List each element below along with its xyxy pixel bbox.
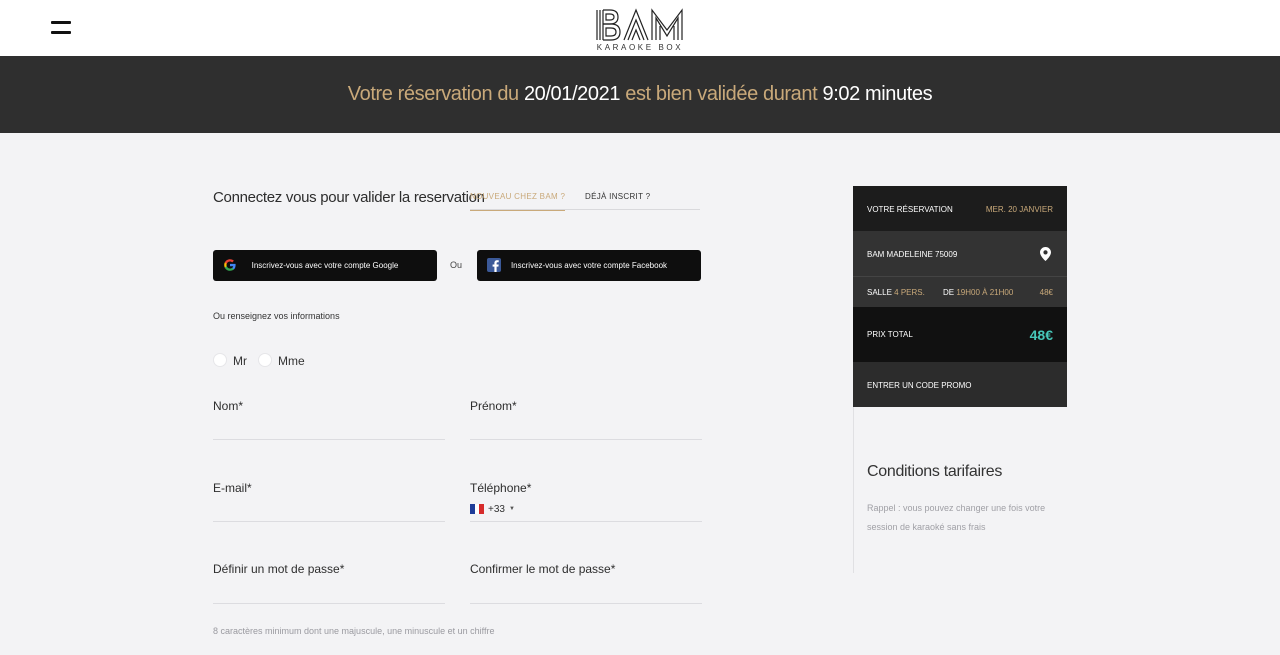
telephone-input[interactable] xyxy=(522,499,702,519)
reservation-summary: VOTRE RÉSERVATION MER. 20 JANVIER BAM MA… xyxy=(853,186,1067,407)
total-label: PRIX TOTAL xyxy=(867,330,913,339)
tab-new-customer[interactable]: NOUVEAU CHEZ BAM ? xyxy=(470,192,566,211)
radio-mme[interactable] xyxy=(258,353,272,367)
email-input[interactable] xyxy=(213,500,445,520)
bam-logo-mark xyxy=(596,8,683,41)
location-pin-icon[interactable] xyxy=(1040,247,1051,261)
confirm-password-input[interactable] xyxy=(470,581,702,601)
reservation-timer-banner: Votre réservation du 20/01/2021 est bien… xyxy=(0,56,1280,133)
reservation-header-row: VOTRE RÉSERVATION MER. 20 JANVIER xyxy=(853,186,1067,231)
prenom-label: Prénom* xyxy=(470,399,517,413)
row-price: 48€ xyxy=(1039,288,1053,297)
nom-input[interactable] xyxy=(213,418,445,438)
login-title: Connectez vous pour valider la reservati… xyxy=(213,189,485,206)
top-header: KARAOKE BOX xyxy=(0,0,1280,56)
conditions-title: Conditions tarifaires xyxy=(867,463,1003,480)
banner-text: Votre réservation du 20/01/2021 est bien… xyxy=(347,83,933,106)
reservation-date: MER. 20 JANVIER xyxy=(985,205,1053,214)
telephone-underline xyxy=(470,521,702,522)
info-label: Ou renseignez vos informations xyxy=(213,311,340,321)
bam-logo[interactable]: KARAOKE BOX xyxy=(594,8,686,52)
country-code-select[interactable]: +33 ▼ xyxy=(470,503,515,515)
email-underline xyxy=(213,521,445,522)
or-label: Ou xyxy=(450,260,463,270)
hamburger-icon[interactable] xyxy=(51,21,71,35)
banner-timer: 9:02 xyxy=(822,83,860,105)
reservation-total-row: PRIX TOTAL 48€ xyxy=(853,307,1067,362)
radio-mme-label[interactable]: Mme xyxy=(278,354,305,368)
password-underline xyxy=(213,603,445,604)
salle-label: SALLE xyxy=(867,288,892,297)
time-value: 19H00 À 21H00 xyxy=(956,288,1014,297)
nom-label: Nom* xyxy=(213,399,244,413)
caret-down-icon: ▼ xyxy=(508,506,515,512)
phone-code: +33 xyxy=(488,503,505,515)
reservation-details-row: SALLE 4 PERS. DE 19H00 À 21H00 48€ xyxy=(853,277,1067,307)
conditions-text: Rappel : vous pouvez changer une fois vo… xyxy=(867,503,1046,532)
prenom-input[interactable] xyxy=(470,418,702,438)
reservation-location-row: BAM MADELEINE 75009 xyxy=(853,231,1067,277)
logo-subtitle: KARAOKE BOX xyxy=(596,43,684,52)
time-label: DE xyxy=(943,288,955,297)
tab-existing-customer[interactable]: DÉJÀ INSCRIT ? xyxy=(585,192,650,201)
password-label: Définir un mot de passe* xyxy=(213,562,345,576)
password-input[interactable] xyxy=(213,581,445,601)
time-info: DE 19H00 À 21H00 xyxy=(943,288,1013,297)
side-divider xyxy=(853,407,854,573)
total-value: 48€ xyxy=(1029,327,1053,343)
password-hint: 8 caractères minimum dont une majuscule,… xyxy=(213,626,495,636)
radio-mr[interactable] xyxy=(213,353,227,367)
banner-part3: minutes xyxy=(864,83,933,105)
confirm-password-underline xyxy=(470,603,702,604)
nom-underline xyxy=(213,439,445,440)
france-flag-icon xyxy=(470,504,485,514)
facebook-button-label: Inscrivez-vous avec votre compte Faceboo… xyxy=(510,261,668,270)
salle-value: 4 PERS. xyxy=(894,288,925,297)
email-label: E-mail* xyxy=(213,481,252,495)
radio-mr-label[interactable]: Mr xyxy=(233,354,247,368)
confirm-password-label: Confirmer le mot de passe* xyxy=(470,562,616,576)
salle-info: SALLE 4 PERS. xyxy=(867,288,925,297)
auth-tabs: NOUVEAU CHEZ BAM ? DÉJÀ INSCRIT ? xyxy=(470,188,700,211)
prenom-underline xyxy=(470,439,702,440)
reservation-location: BAM MADELEINE 75009 xyxy=(867,250,958,259)
banner-part1: Votre réservation du xyxy=(347,83,519,105)
promo-code-row[interactable]: ENTRER UN CODE PROMO xyxy=(853,362,1067,407)
reservation-title: VOTRE RÉSERVATION xyxy=(867,205,953,214)
banner-date: 20/01/2021 xyxy=(523,83,621,105)
banner-part2: est bien validée durant xyxy=(625,83,818,105)
telephone-label: Téléphone* xyxy=(470,481,532,495)
facebook-signup-button[interactable]: Inscrivez-vous avec votre compte Faceboo… xyxy=(477,250,701,281)
google-signup-button[interactable]: Inscrivez-vous avec votre compte Google xyxy=(213,250,437,281)
promo-code-link[interactable]: ENTRER UN CODE PROMO xyxy=(867,381,971,390)
google-button-label: Inscrivez-vous avec votre compte Google xyxy=(251,261,399,270)
